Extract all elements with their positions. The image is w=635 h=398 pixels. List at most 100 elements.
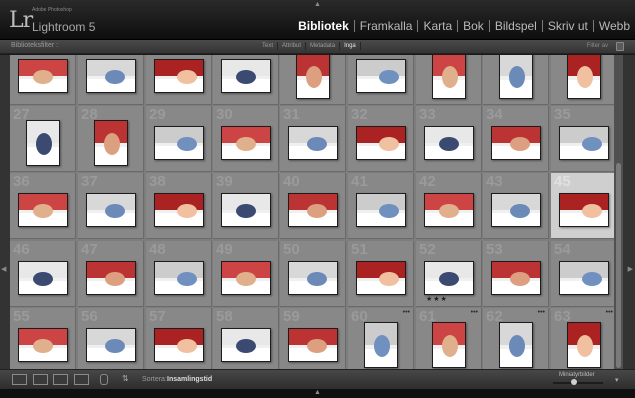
photo-thumbnail[interactable] bbox=[288, 193, 338, 227]
grid-cell[interactable]: 63 ••• bbox=[551, 308, 614, 369]
right-panel-toggle-icon[interactable]: ▶ bbox=[628, 265, 633, 273]
grid-cell[interactable]: 31 bbox=[280, 106, 346, 172]
grid-cell[interactable]: 45 bbox=[551, 173, 614, 239]
photo-thumbnail[interactable] bbox=[424, 126, 474, 160]
photo-thumbnail[interactable] bbox=[26, 120, 60, 166]
photo-thumbnail[interactable] bbox=[86, 193, 136, 227]
photo-thumbnail[interactable] bbox=[221, 261, 271, 295]
photo-thumbnail[interactable] bbox=[18, 261, 68, 295]
grid-cell[interactable] bbox=[10, 55, 76, 105]
module-karta[interactable]: Karta bbox=[418, 19, 457, 33]
filter-tab-text[interactable]: Text bbox=[258, 42, 279, 50]
photo-thumbnail[interactable] bbox=[86, 328, 136, 362]
photo-thumbnail[interactable] bbox=[154, 193, 204, 227]
photo-thumbnail[interactable] bbox=[288, 261, 338, 295]
stack-badge-icon[interactable]: ••• bbox=[471, 309, 478, 316]
grid-cell[interactable]: 35 bbox=[551, 106, 614, 172]
filmstrip-toggle-icon[interactable]: ▲ bbox=[314, 389, 321, 396]
photo-thumbnail[interactable] bbox=[559, 193, 609, 227]
photo-thumbnail[interactable] bbox=[221, 59, 271, 93]
survey-view-icon[interactable] bbox=[74, 374, 89, 385]
stack-badge-icon[interactable]: ••• bbox=[538, 309, 545, 316]
photo-thumbnail[interactable] bbox=[221, 193, 271, 227]
scrollbar-thumb[interactable] bbox=[616, 163, 621, 368]
grid-cell[interactable]: 29 bbox=[146, 106, 212, 172]
photo-thumbnail[interactable] bbox=[86, 59, 136, 93]
top-panel-toggle-icon[interactable]: ▲ bbox=[314, 1, 321, 8]
grid-cell[interactable]: 51 bbox=[348, 241, 414, 307]
grid-cell[interactable]: 34 bbox=[483, 106, 549, 172]
photo-thumbnail[interactable] bbox=[424, 193, 474, 227]
photo-thumbnail[interactable] bbox=[356, 193, 406, 227]
photo-thumbnail[interactable] bbox=[86, 261, 136, 295]
sort-direction-icon[interactable]: ⇅ bbox=[122, 374, 136, 385]
grid-scrollbar[interactable] bbox=[614, 55, 623, 369]
left-panel-toggle-icon[interactable]: ◀ bbox=[1, 265, 6, 273]
photo-thumbnail[interactable] bbox=[559, 261, 609, 295]
grid-cell[interactable]: 53 bbox=[483, 241, 549, 307]
grid-cell[interactable]: 38 bbox=[146, 173, 212, 239]
compare-view-icon[interactable] bbox=[53, 374, 68, 385]
star-rating[interactable]: ★★★ bbox=[426, 295, 448, 303]
module-framkalla[interactable]: Framkalla bbox=[355, 19, 418, 33]
toolbar-menu-icon[interactable]: ▾ bbox=[615, 376, 619, 384]
photo-thumbnail[interactable] bbox=[424, 261, 474, 295]
photo-thumbnail[interactable] bbox=[499, 322, 533, 368]
grid-cell[interactable]: 30 bbox=[213, 106, 279, 172]
grid-cell[interactable]: 49 bbox=[213, 241, 279, 307]
photo-thumbnail[interactable] bbox=[499, 55, 533, 99]
module-skriv-ut[interactable]: Skriv ut bbox=[543, 19, 593, 33]
photo-thumbnail[interactable] bbox=[18, 328, 68, 362]
grid-cell[interactable]: 47 bbox=[78, 241, 144, 307]
photo-thumbnail[interactable] bbox=[356, 126, 406, 160]
filter-tab-inga[interactable]: Inga bbox=[340, 42, 361, 50]
photo-thumbnail[interactable] bbox=[491, 193, 541, 227]
photo-thumbnail[interactable] bbox=[356, 59, 406, 93]
photo-thumbnail[interactable] bbox=[18, 193, 68, 227]
grid-cell[interactable]: 28 bbox=[78, 106, 144, 172]
grid-cell[interactable]: 40 bbox=[280, 173, 346, 239]
grid-cell[interactable]: 41 bbox=[348, 173, 414, 239]
module-webb[interactable]: Webb bbox=[594, 19, 635, 33]
photo-thumbnail[interactable] bbox=[18, 59, 68, 93]
grid-cell[interactable]: 39 bbox=[213, 173, 279, 239]
photo-thumbnail[interactable] bbox=[356, 261, 406, 295]
photo-thumbnail[interactable] bbox=[432, 322, 466, 368]
grid-cell[interactable] bbox=[213, 55, 279, 105]
grid-cell[interactable]: 50 bbox=[280, 241, 346, 307]
photo-thumbnail[interactable] bbox=[432, 55, 466, 99]
grid-cell[interactable]: 58 bbox=[213, 308, 279, 369]
thumbnail-size-knob[interactable] bbox=[571, 379, 577, 385]
grid-cell[interactable]: 46 bbox=[10, 241, 76, 307]
photo-thumbnail[interactable] bbox=[364, 322, 398, 368]
photo-thumbnail[interactable] bbox=[559, 126, 609, 160]
grid-cell[interactable]: 42 bbox=[416, 173, 482, 239]
photo-thumbnail[interactable] bbox=[567, 322, 601, 368]
grid-cell[interactable]: 48 bbox=[146, 241, 212, 307]
module-bildspel[interactable]: Bildspel bbox=[490, 19, 542, 33]
photo-thumbnail[interactable] bbox=[221, 126, 271, 160]
photo-thumbnail[interactable] bbox=[491, 261, 541, 295]
grid-cell[interactable]: 62 ••• bbox=[483, 308, 549, 369]
stack-badge-icon[interactable]: ••• bbox=[403, 309, 410, 316]
photo-thumbnail[interactable] bbox=[154, 328, 204, 362]
grid-cell[interactable]: 57 bbox=[146, 308, 212, 369]
photo-thumbnail[interactable] bbox=[491, 126, 541, 160]
grid-cell[interactable]: 59 bbox=[280, 308, 346, 369]
grid-cell[interactable]: 55 bbox=[10, 308, 76, 369]
grid-cell[interactable] bbox=[78, 55, 144, 105]
grid-cell[interactable]: 33 bbox=[416, 106, 482, 172]
grid-cell[interactable] bbox=[483, 55, 549, 105]
module-bok[interactable]: Bok bbox=[458, 19, 489, 33]
grid-cell[interactable] bbox=[416, 55, 482, 105]
photo-thumbnail[interactable] bbox=[154, 261, 204, 295]
grid-cell[interactable]: 43 bbox=[483, 173, 549, 239]
grid-cell[interactable] bbox=[551, 55, 614, 105]
filter-tab-metadata[interactable]: Metadata bbox=[306, 42, 341, 50]
module-bibliotek[interactable]: Bibliotek bbox=[293, 19, 354, 33]
grid-cell[interactable]: 60 ••• bbox=[348, 308, 414, 369]
grid-cell[interactable]: 36 bbox=[10, 173, 76, 239]
painter-icon[interactable] bbox=[100, 374, 108, 385]
grid-cell[interactable]: 32 bbox=[348, 106, 414, 172]
grid-cell[interactable]: 52 ★★★ bbox=[416, 241, 482, 307]
